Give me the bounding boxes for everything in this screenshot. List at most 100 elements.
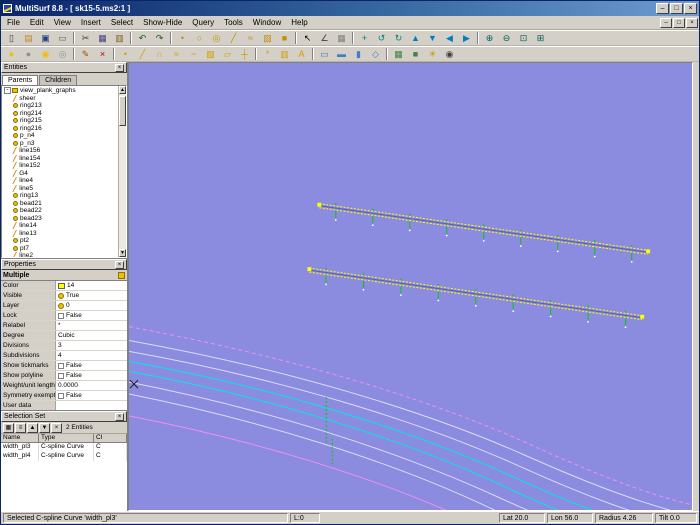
tree-item-ring215[interactable]: ring215: [2, 117, 118, 125]
model-viewport[interactable]: [128, 62, 693, 511]
curve-tool-button[interactable]: ≈: [242, 31, 259, 45]
table-row[interactable]: width_pl3 C-spline Curve C: [1, 443, 127, 452]
scrollbar-thumb[interactable]: [119, 96, 126, 126]
text-entity-button[interactable]: A: [293, 47, 310, 61]
view-front-button[interactable]: ▭: [316, 47, 333, 61]
menu-item-file[interactable]: File: [2, 17, 25, 28]
zoom-window-button[interactable]: ⊡: [515, 31, 532, 45]
property-value[interactable]: *: [56, 321, 127, 330]
tree-item-bead23[interactable]: bead23: [2, 215, 118, 223]
checkbox-icon[interactable]: [58, 362, 64, 369]
solid-tool-button[interactable]: ■: [276, 31, 293, 45]
close-icon[interactable]: ×: [115, 412, 124, 421]
lights-button[interactable]: ☀: [424, 47, 441, 61]
point-entity-button[interactable]: •: [117, 47, 134, 61]
rotate-right-button[interactable]: ↻: [390, 31, 407, 45]
tree-item-p_n3[interactable]: p_n3: [2, 140, 118, 148]
checkbox-icon[interactable]: [58, 372, 64, 379]
remove-entity-button[interactable]: ×: [51, 422, 62, 433]
property-value[interactable]: [56, 401, 127, 410]
measure-button[interactable]: ∠: [316, 31, 333, 45]
column-cl[interactable]: Cl: [94, 434, 127, 443]
entity-tree-scrollbar[interactable]: ▲ ▼: [118, 86, 126, 257]
tree-item-pt7[interactable]: pt7: [2, 245, 118, 253]
view-side-button[interactable]: ▮: [350, 47, 367, 61]
zoom-out-button[interactable]: ⊖: [498, 31, 515, 45]
property-value[interactable]: Cubic: [56, 331, 127, 340]
save-button[interactable]: ▣: [37, 31, 54, 45]
surface-tool-button[interactable]: ▨: [259, 31, 276, 45]
close-icon[interactable]: ×: [115, 63, 124, 72]
tree-item-line4[interactable]: ╱ line4: [2, 177, 118, 185]
tree-item-line5[interactable]: ╱ line5: [2, 185, 118, 193]
mdi-restore-button[interactable]: □: [673, 17, 685, 28]
tree-item-line13[interactable]: ╱ line13: [2, 230, 118, 238]
tree-item-G4[interactable]: ╱ G4: [2, 170, 118, 178]
view-right-button[interactable]: ▶: [458, 31, 475, 45]
close-button[interactable]: ×: [684, 3, 697, 14]
tree-item-ring13[interactable]: ring13: [2, 192, 118, 200]
zoom-all-button[interactable]: ⊞: [532, 31, 549, 45]
property-value[interactable]: 4: [56, 351, 127, 360]
edit-entity-button[interactable]: ✎: [77, 47, 94, 61]
knot-entity-button[interactable]: *: [259, 47, 276, 61]
tree-item-line14[interactable]: ╱ line14: [2, 222, 118, 230]
tree-item-view_plank_graphs[interactable]: - view_plank_graphs: [2, 87, 118, 95]
hide-all-button[interactable]: ◎: [54, 47, 71, 61]
graph-entity-button[interactable]: ▥: [276, 47, 293, 61]
checkbox-icon[interactable]: [58, 392, 64, 399]
camera-button[interactable]: ◉: [441, 47, 458, 61]
maximize-button[interactable]: □: [670, 3, 683, 14]
column-name[interactable]: Name: [1, 434, 39, 443]
mdi-close-button[interactable]: ×: [686, 17, 698, 28]
bead-tool-button[interactable]: ○: [191, 31, 208, 45]
menu-item-insert[interactable]: Insert: [76, 17, 106, 28]
view-down-button[interactable]: ▼: [424, 31, 441, 45]
minimize-button[interactable]: –: [656, 3, 669, 14]
tree-item-ring213[interactable]: ring213: [2, 102, 118, 110]
tree-item-line152[interactable]: ╱ line152: [2, 162, 118, 170]
property-value[interactable]: 14: [56, 281, 127, 290]
copy-button[interactable]: ▦: [94, 31, 111, 45]
view-left-button[interactable]: ◀: [441, 31, 458, 45]
paste-button[interactable]: ▥: [111, 31, 128, 45]
rotate-left-button[interactable]: ↺: [373, 31, 390, 45]
collapse-icon[interactable]: -: [4, 87, 11, 95]
cut-button[interactable]: ✂: [77, 31, 94, 45]
tree-item-ring216[interactable]: ring216: [2, 125, 118, 133]
menu-item-select[interactable]: Select: [106, 17, 138, 28]
property-value[interactable]: 0.0000: [56, 381, 127, 390]
menu-item-showhide[interactable]: Show-Hide: [138, 17, 187, 28]
list-view-button[interactable]: ≡: [15, 422, 26, 433]
tree-item-bead22[interactable]: bead22: [2, 207, 118, 215]
property-value[interactable]: False: [56, 361, 127, 370]
tree-item-sheer[interactable]: ╱ sheer: [2, 95, 118, 103]
show-all-button[interactable]: ◉: [37, 47, 54, 61]
view-perspective-button[interactable]: ◇: [367, 47, 384, 61]
undo-button[interactable]: ↶: [134, 31, 151, 45]
menu-item-window[interactable]: Window: [248, 17, 286, 28]
redo-button[interactable]: ↷: [151, 31, 168, 45]
line-entity-button[interactable]: ╱: [134, 47, 151, 61]
surface-entity-button[interactable]: ▨: [202, 47, 219, 61]
tree-item-line154[interactable]: ╱ line154: [2, 155, 118, 163]
open-file-button[interactable]: ▤: [20, 31, 37, 45]
menu-item-view[interactable]: View: [49, 17, 76, 28]
grid-view-button[interactable]: ▦: [3, 422, 14, 433]
close-icon[interactable]: ×: [115, 260, 124, 269]
tree-item-ring214[interactable]: ring214: [2, 110, 118, 118]
frame-entity-button[interactable]: ┼: [236, 47, 253, 61]
snake-entity-button[interactable]: ~: [185, 47, 202, 61]
zoom-in-button[interactable]: ⊕: [481, 31, 498, 45]
curve-entity-button[interactable]: ≈: [168, 47, 185, 61]
move-down-button[interactable]: ▼: [39, 422, 50, 433]
print-button[interactable]: ▭: [54, 31, 71, 45]
property-value[interactable]: 0: [56, 301, 127, 310]
scroll-down-icon[interactable]: ▼: [119, 249, 126, 257]
scroll-up-icon[interactable]: ▲: [119, 86, 126, 94]
tree-item-p_n4[interactable]: p_n4: [2, 132, 118, 140]
pan-view-button[interactable]: +: [356, 31, 373, 45]
arc-entity-button[interactable]: ∩: [151, 47, 168, 61]
point-tool-button[interactable]: •: [174, 31, 191, 45]
select-arrow-button[interactable]: ↖: [299, 31, 316, 45]
